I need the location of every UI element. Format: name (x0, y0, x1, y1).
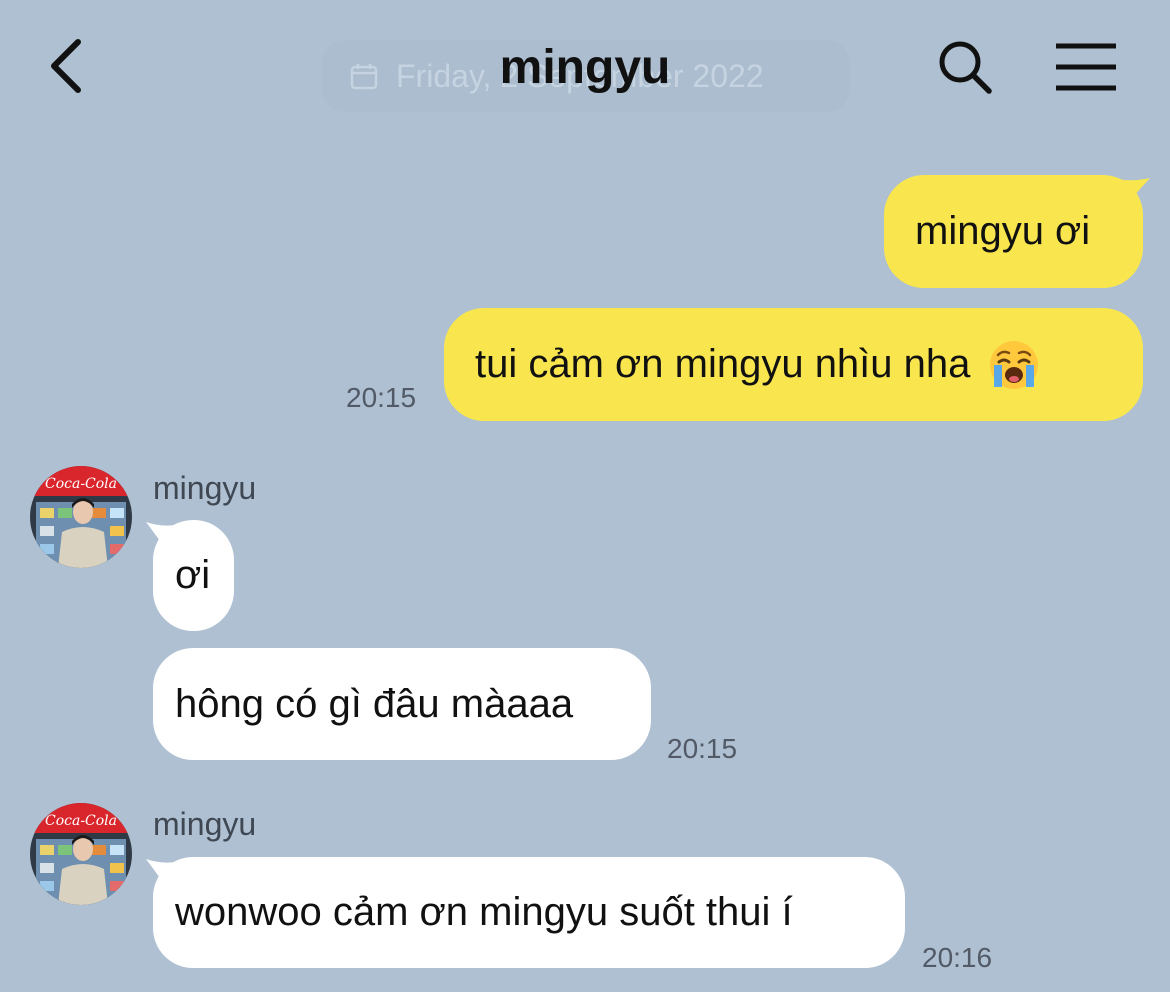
avatar[interactable]: Coca‑Cola (30, 466, 132, 568)
message-timestamp: 20:15 (667, 733, 738, 764)
chat-header: Friday, 2 September 2022 mingyu (0, 0, 1170, 135)
message-text: mingyu ơi (915, 209, 1091, 253)
incoming-message-bubble[interactable]: ơi (153, 520, 234, 631)
svg-text:Coca‑Cola: Coca‑Cola (45, 476, 117, 492)
sender-name: mingyu (153, 806, 257, 842)
search-button[interactable] (932, 34, 998, 100)
menu-button[interactable] (1050, 36, 1122, 98)
sender-name: mingyu (153, 470, 257, 506)
hamburger-menu-icon (1056, 43, 1116, 91)
search-icon (939, 41, 992, 94)
svg-text:Coca‑Cola: Coca‑Cola (45, 813, 117, 829)
avatar-photo: Coca‑Cola (30, 803, 132, 905)
message-timestamp: 20:16 (922, 942, 993, 973)
incoming-message-bubble[interactable]: wonwoo cảm ơn mingyu suốt thui í (153, 857, 905, 968)
outgoing-message-bubble[interactable]: mingyu ơi (884, 175, 1143, 288)
message-text: ơi (175, 553, 211, 597)
avatar-photo: Coca‑Cola (30, 466, 132, 568)
date-banner-text: Friday, 2 September 2022 (396, 57, 764, 94)
message-timestamp: 20:15 (346, 382, 417, 413)
date-banner: Friday, 2 September 2022 (322, 40, 850, 112)
avatar[interactable]: Coca‑Cola (30, 803, 132, 905)
message-text: tui cảm ơn mingyu nhìu nha (475, 342, 971, 386)
loudly-crying-face-emoji (990, 340, 1039, 389)
message-text: wonwoo cảm ơn mingyu suốt thui í (175, 890, 793, 934)
calendar-icon (350, 64, 378, 90)
message-text: hông có gì đâu màaaa (175, 681, 574, 726)
back-button[interactable] (38, 34, 94, 98)
incoming-message-bubble[interactable]: hông có gì đâu màaaa (153, 648, 651, 760)
outgoing-message-bubble[interactable]: tui cảm ơn mingyu nhìu nha (444, 308, 1143, 421)
chevron-left-icon (51, 39, 81, 93)
